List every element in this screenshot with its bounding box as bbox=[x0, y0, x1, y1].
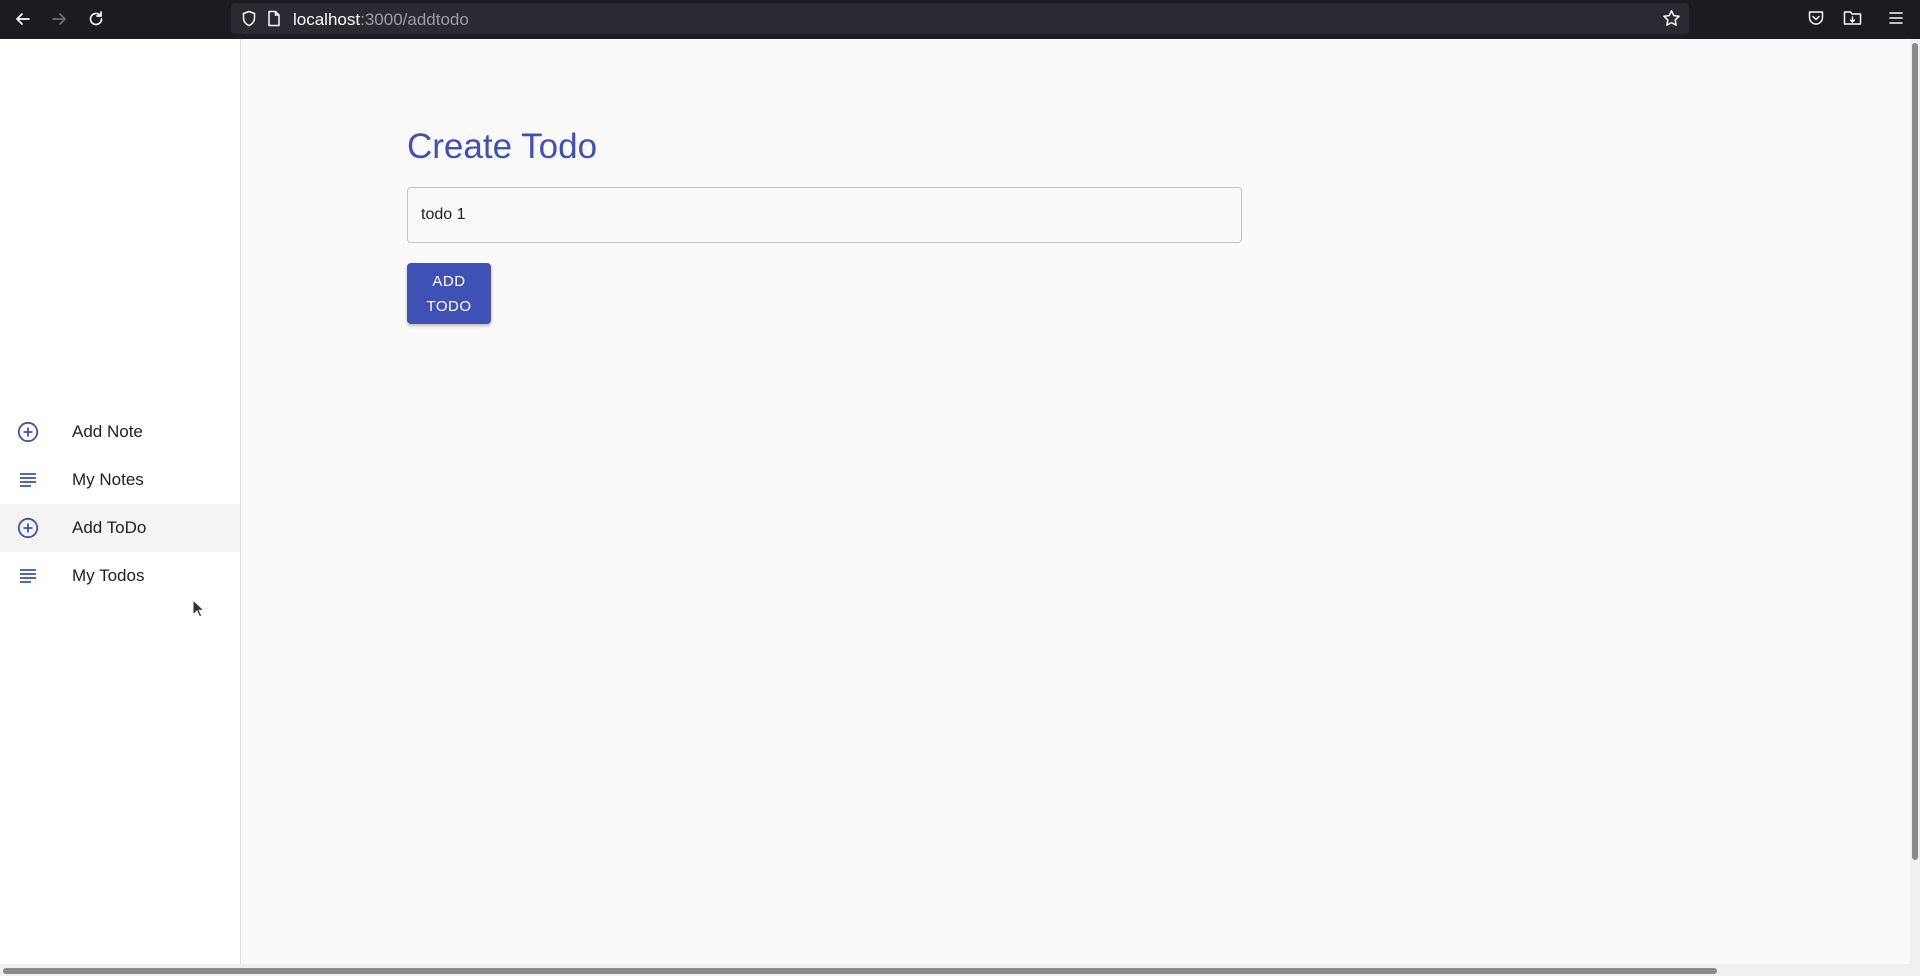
bookmark-star-icon[interactable] bbox=[1662, 9, 1681, 28]
sidebar-item-add-note[interactable]: Add Note bbox=[0, 408, 240, 456]
back-button[interactable] bbox=[5, 1, 41, 37]
back-icon bbox=[16, 13, 30, 25]
subject-icon bbox=[20, 569, 36, 583]
add-circle-icon bbox=[17, 517, 39, 539]
reload-button[interactable] bbox=[78, 1, 114, 37]
horizontal-scrollbar[interactable] bbox=[0, 964, 1920, 976]
sidebar-item-label: Add Note bbox=[72, 422, 143, 441]
nav-list: Add Note My Notes Add ToDo My Todos bbox=[0, 408, 240, 600]
url-host: localhost bbox=[293, 10, 361, 29]
add-todo-button[interactable]: ADD TODO bbox=[407, 263, 491, 324]
page-icon[interactable] bbox=[267, 10, 281, 27]
sidebar: Add Note My Notes Add ToDo My Todos bbox=[0, 39, 241, 976]
sidebar-item-my-notes[interactable]: My Notes bbox=[0, 456, 240, 504]
sidebar-item-label: My Todos bbox=[72, 566, 145, 585]
mouse-cursor-icon bbox=[192, 599, 206, 618]
todo-input[interactable] bbox=[407, 187, 1242, 243]
shield-icon[interactable] bbox=[241, 10, 257, 27]
menu-icon[interactable] bbox=[1888, 9, 1904, 27]
forward-button[interactable] bbox=[41, 1, 77, 37]
url-path: :3000/addtodo bbox=[360, 10, 469, 29]
url-text[interactable]: localhost:3000/addtodo bbox=[293, 10, 469, 30]
downloads-folder-icon[interactable] bbox=[1843, 9, 1862, 27]
pocket-icon[interactable] bbox=[1807, 9, 1825, 27]
sidebar-item-my-todos[interactable]: My Todos bbox=[0, 552, 240, 600]
horizontal-scrollbar-thumb[interactable] bbox=[3, 968, 1717, 974]
sidebar-item-label: Add ToDo bbox=[72, 518, 147, 537]
url-bar[interactable]: localhost:3000/addtodo bbox=[231, 3, 1689, 34]
main-content: Create Todo ADD TODO bbox=[241, 39, 1910, 964]
toolbar-right-icons bbox=[1800, 0, 1920, 39]
add-circle-icon bbox=[17, 421, 39, 443]
page-title: Create Todo bbox=[407, 127, 598, 166]
browser-toolbar: localhost:3000/addtodo bbox=[0, 0, 1920, 39]
vertical-scrollbar-thumb[interactable] bbox=[1912, 43, 1918, 860]
sidebar-item-label: My Notes bbox=[72, 470, 144, 489]
vertical-scrollbar[interactable] bbox=[1910, 39, 1920, 964]
subject-icon bbox=[20, 473, 36, 487]
forward-icon bbox=[52, 13, 66, 25]
sidebar-item-add-todo[interactable]: Add ToDo bbox=[0, 504, 240, 552]
reload-icon bbox=[89, 11, 103, 26]
